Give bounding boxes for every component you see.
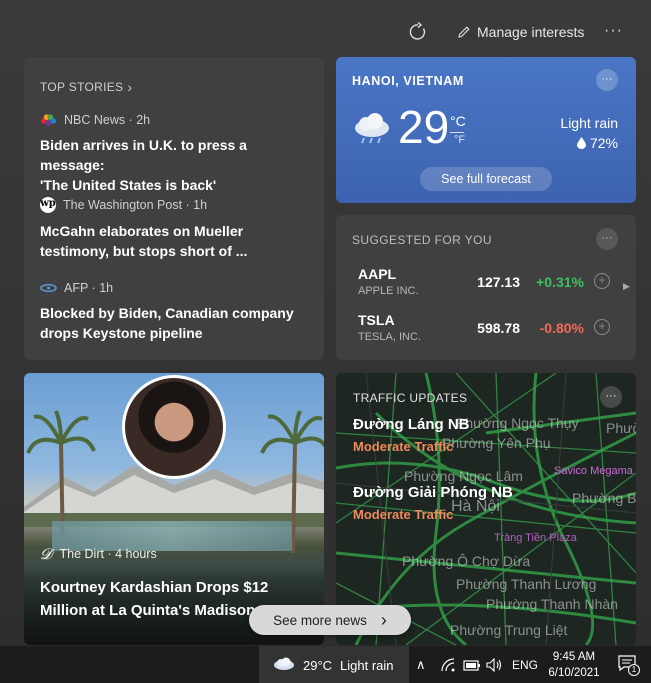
news-source-label: The Dirt · 4 hours [59,547,157,561]
stock-symbol: TSLA [358,312,395,328]
add-stock-icon[interactable]: + [594,319,610,335]
map-poi-label: Savico Megama [554,465,633,477]
map-label: Phường Bồ Đề [572,490,636,506]
cloud-rain-icon [274,657,294,670]
suggested-more-icon[interactable]: ··· [596,228,618,250]
weather-temperature: 29 [398,101,450,153]
stock-row[interactable]: TSLA TESLA, INC. 598.78 -0.80% + [358,312,618,352]
next-arrow-icon[interactable]: ▶ [623,281,630,292]
unit-celsius-toggle[interactable]: °C [450,113,466,129]
chevron-right-icon: › [127,79,133,95]
nbc-news-logo-icon [40,114,57,126]
story-title-line: drops Keystone pipeline [40,325,203,341]
traffic-status: Moderate Traffic [353,439,454,454]
story-title-line: Biden arrives in U.K. to press a message… [40,137,247,173]
weather-location: HANOI, VIETNAM [352,74,464,88]
washington-post-logo-icon: wp [40,197,56,213]
avatar [122,375,226,479]
network-icon[interactable] [440,657,456,673]
volume-icon[interactable] [486,658,504,672]
traffic-more-icon[interactable]: ··· [600,386,622,408]
stock-name: APPLE INC. [358,285,419,297]
story-title: Biden arrives in U.K. to press a message… [40,135,312,195]
clock[interactable]: 9:45 AM 6/10/2021 [544,649,604,681]
map-label: Phường Ngọc Lâm [404,468,523,484]
chevron-right-icon: › [380,610,387,630]
taskbar-temperature: 29°C [303,657,333,673]
story-title-line: McGahn elaborates on Mueller [40,223,244,239]
stock-price: 127.13 [477,274,520,290]
stock-change: +0.31% [536,274,584,290]
cloud-rain-icon [355,113,389,144]
story-item[interactable]: wp The Washington Post · 1h McGahn elabo… [40,197,312,261]
stock-symbol: AAPL [358,266,397,282]
clock-date: 6/10/2021 [548,667,600,679]
see-more-label: See more news [273,612,367,628]
stock-price: 598.78 [477,320,520,336]
map-label: Phường Ô Chợ Dừa [402,553,531,569]
suggested-stocks-card: SUGGESTED FOR YOU ··· AAPL APPLE INC. 12… [336,215,636,360]
show-hidden-icons-chevron-icon[interactable]: ∧ [416,646,426,683]
map-label: Phường Thanh Nhàn [486,596,618,612]
map-label: Phường Ngọc Thụy [456,415,579,431]
traffic-status: Moderate Traffic [353,507,454,522]
story-title-line: testimony, but stops short of ... [40,243,248,259]
add-stock-icon[interactable]: + [594,273,610,289]
map-label: Phường Trung Liệt [450,622,568,638]
pencil-icon [458,26,470,38]
weather-humidity: 72% [576,135,618,151]
language-indicator[interactable]: ENG [512,646,538,683]
news-title-line: Kourtney Kardashian Drops $12 [40,579,269,596]
traffic-heading: TRAFFIC UPDATES [353,391,468,405]
notification-badge: 1 [628,664,640,676]
story-title-line: 'The United States is back' [40,177,217,193]
map-poi-label: Tràng Tiền Plaza [494,532,577,544]
top-stories-card: TOP STORIES › NBC News · 2h Biden arrive… [24,57,324,360]
clock-time: 9:45 AM [552,651,596,663]
taskbar-condition: Light rain [340,657,394,673]
taskbar-weather-button[interactable]: 29°C Light rain [259,646,409,683]
afp-logo-icon [40,283,57,293]
suggested-heading: SUGGESTED FOR YOU [352,233,492,247]
see-more-news-button[interactable]: See more news › [249,605,411,635]
unit-divider [450,132,464,133]
more-options-icon[interactable]: ··· [604,22,623,40]
story-source: AFP · 1h [64,281,114,295]
manage-interests-label: Manage interests [477,24,585,40]
map-label: Phường Thanh Lương [456,576,597,592]
story-title-line: Blocked by Biden, Canadian company [40,305,294,321]
story-item[interactable]: AFP · 1h Blocked by Biden, Canadian comp… [40,281,312,343]
stock-name: TESLA, INC. [358,331,421,343]
battery-icon[interactable] [463,658,481,672]
manage-interests-button[interactable]: Manage interests [457,24,584,40]
story-source: The Washington Post · 1h [63,198,208,212]
notification-center-button[interactable]: 1 [618,655,640,676]
traffic-road-name: Đường Láng NB [353,416,470,433]
map-label: Phường Yên Phụ [442,435,551,451]
stock-row[interactable]: AAPL APPLE INC. 127.13 +0.31% + [358,266,618,306]
story-title: Blocked by Biden, Canadian company drops… [40,303,312,343]
taskbar: 29°C Light rain ∧ ENG 9:45 AM 6/10/2021 … [0,645,651,683]
stock-change: -0.80% [539,320,584,336]
news-interests-panel: Manage interests ··· TOP STORIES › NBC N… [0,0,651,645]
weather-card[interactable]: HANOI, VIETNAM ··· 29 °C °F Light rain 7… [336,57,636,203]
story-source: NBC News · 2h [64,113,151,127]
traffic-road-name: Đường Giải Phóng NB [353,484,513,501]
story-title: McGahn elaborates on Mueller testimony, … [40,221,312,261]
unit-fahrenheit-toggle[interactable]: °F [454,134,465,146]
the-dirt-logo-icon: 𝓓 [40,545,52,563]
weather-more-icon[interactable]: ··· [596,69,618,91]
top-stories-heading[interactable]: TOP STORIES › [40,79,132,95]
humidity-value: 72% [589,135,618,151]
see-full-forecast-button[interactable]: See full forecast [420,167,552,191]
refresh-icon[interactable] [408,22,428,42]
droplet-icon [576,137,586,149]
weather-condition: Light rain [560,115,618,131]
top-stories-title: TOP STORIES [40,80,124,94]
story-item[interactable]: NBC News · 2h Biden arrives in U.K. to p… [40,113,312,195]
news-source: 𝓓 The Dirt · 4 hours [40,545,157,563]
map-label: Phườ [606,420,636,436]
